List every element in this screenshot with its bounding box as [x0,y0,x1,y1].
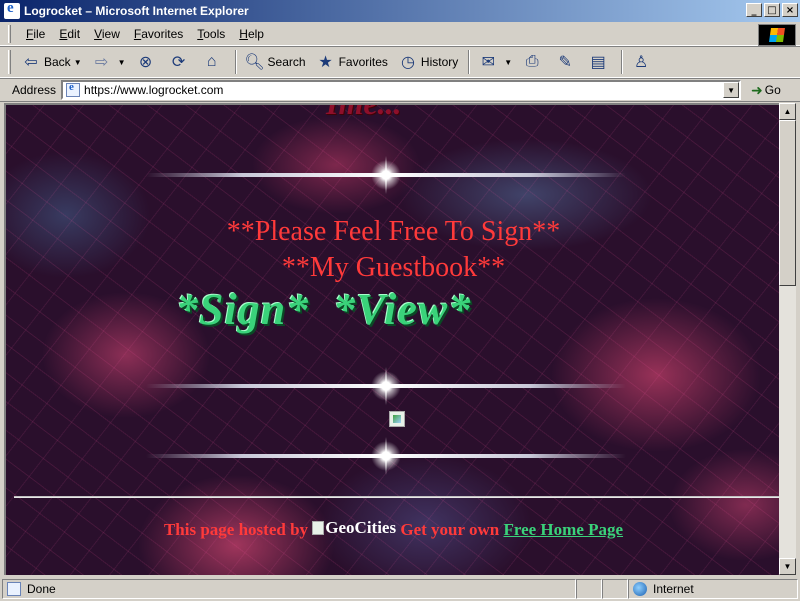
mail-button[interactable]: ✉ ▼ [474,49,516,75]
back-button[interactable]: ⇦ Back ▼ [17,49,86,75]
globe-icon [633,582,647,596]
edit-button[interactable]: ✎ [551,49,582,75]
refresh-button[interactable]: ⟳ [165,49,196,75]
menu-favorites[interactable]: Favorites [127,25,190,43]
forward-arrow-icon: ⇨ [94,54,109,71]
close-button[interactable]: × [782,3,798,17]
search-button[interactable]: 🔍︎ Search [241,49,310,75]
messenger-icon: ♙ [634,54,649,71]
discuss-button[interactable]: ▤ [584,49,615,75]
back-arrow-icon: ⇦ [24,54,38,71]
address-label: Address [12,83,57,97]
footer-mid: Get your own [400,520,500,539]
menu-grip [8,24,11,43]
favorites-label: Favorites [338,55,388,69]
zone-text: Internet [653,582,694,596]
home-icon: ⌂ [206,53,217,70]
broken-image-icon [312,521,325,535]
refresh-icon: ⟳ [171,54,186,71]
forward-button[interactable]: ⇨ ▼ [88,49,130,75]
page-done-icon [7,582,21,596]
search-label: Search [267,55,306,69]
footer-prefix: This page hosted by [163,520,309,539]
print-button[interactable]: ⎙ [518,49,549,75]
free-home-page-link[interactable]: Free Home Page [503,520,623,539]
maximize-button[interactable]: □ [764,3,780,17]
toolbar-separator [621,50,624,74]
address-bar: Address https://www.logrocket.com ▼ ➜ Go [0,78,800,102]
sparkle-star-icon [371,437,401,475]
home-button[interactable]: ⌂ [198,49,229,75]
back-label: Back [44,55,71,69]
sparkle-divider [146,437,626,475]
windows-flag-icon [769,28,785,42]
mail-icon: ✉ [481,54,495,71]
page-viewport: Ime... **Please Feel Free To Sign** **My… [4,103,779,575]
view-guestbook-link[interactable]: *View* [333,284,471,335]
sparkle-star-icon [371,367,401,405]
sign-guestbook-link[interactable]: *Sign* [176,284,309,335]
history-label: History [420,55,459,69]
menu-edit[interactable]: Edit [52,25,87,43]
sparkle-divider [146,156,626,194]
toolbar-grip [8,50,11,74]
favorites-star-icon: ★ [318,54,333,71]
menu-bar: File Edit View Favorites Tools Help [0,22,800,46]
menu-view[interactable]: View [87,25,127,43]
horizontal-rule [14,496,779,498]
history-clock-icon: ◷ [400,54,415,71]
menu-help[interactable]: Help [232,25,271,43]
stop-icon: ⊗ [138,54,153,71]
sparkle-star-icon [371,156,401,194]
status-pane-empty [576,579,602,599]
sparkle-divider [146,367,626,405]
go-arrow-icon: ➜ [751,81,763,98]
guestbook-invite-line1: **Please Feel Free To Sign** [226,216,561,247]
broken-image-icon [389,411,405,427]
ie-logo-icon [4,0,20,19]
edit-icon: ✎ [558,54,572,71]
messenger-button[interactable]: ♙ [627,49,658,75]
geocities-link[interactable]: GeoCities [312,518,396,538]
go-label: Go [764,83,781,97]
geocities-alt-text: GeoCities [325,518,397,537]
vertical-scrollbar[interactable]: ▲ ▼ [779,103,796,575]
menu-file[interactable]: File [19,25,52,43]
address-input[interactable]: https://www.logrocket.com ▼ [61,80,742,100]
scroll-thumb[interactable] [779,120,796,286]
scroll-down-icon[interactable]: ▼ [779,558,796,575]
window-controls: _ □ × [744,3,798,17]
history-button[interactable]: ◷ History [394,49,462,75]
menu-tools[interactable]: Tools [190,25,232,43]
status-pane-empty [602,579,628,599]
window-title: Logrocket – Microsoft Internet Explorer [24,4,249,18]
page-icon [66,81,81,97]
address-dropdown-icon[interactable]: ▼ [723,82,740,98]
hosting-footer: This page hosted by GeoCities Get your o… [6,518,779,540]
guestbook-invite-line2: **My Guestbook** [281,252,506,283]
address-url[interactable]: https://www.logrocket.com [84,83,223,97]
mail-dropdown-icon[interactable]: ▼ [504,58,512,67]
forward-dropdown-icon[interactable]: ▼ [118,58,126,67]
discuss-icon: ▤ [590,54,606,71]
stop-button[interactable]: ⊗ [132,49,163,75]
back-dropdown-icon[interactable]: ▼ [74,58,82,67]
go-button[interactable]: ➜ Go [751,82,781,99]
scroll-up-icon[interactable]: ▲ [779,103,796,120]
minimize-button[interactable]: _ [746,3,762,17]
status-bar: Done Internet [0,577,800,601]
guestbook-links: *Sign* *View* [176,284,471,335]
search-icon: 🔍︎ [244,54,265,71]
windows-logo-throbber [758,24,796,46]
toolbar-separator [468,50,471,74]
favorites-button[interactable]: ★ Favorites [312,49,392,75]
toolbar-separator [234,50,237,74]
print-icon: ⎙ [525,53,539,70]
standard-toolbar: ⇦ Back ▼ ⇨ ▼ ⊗ ⟳ ⌂ 🔍︎ Search ★ Favorites… [0,46,800,78]
status-pane: Done [2,579,576,599]
security-zone-pane: Internet [628,579,798,599]
page-heading-partial: Ime... [326,103,402,121]
title-bar: Logrocket – Microsoft Internet Explorer … [0,0,800,22]
status-text: Done [27,582,56,596]
